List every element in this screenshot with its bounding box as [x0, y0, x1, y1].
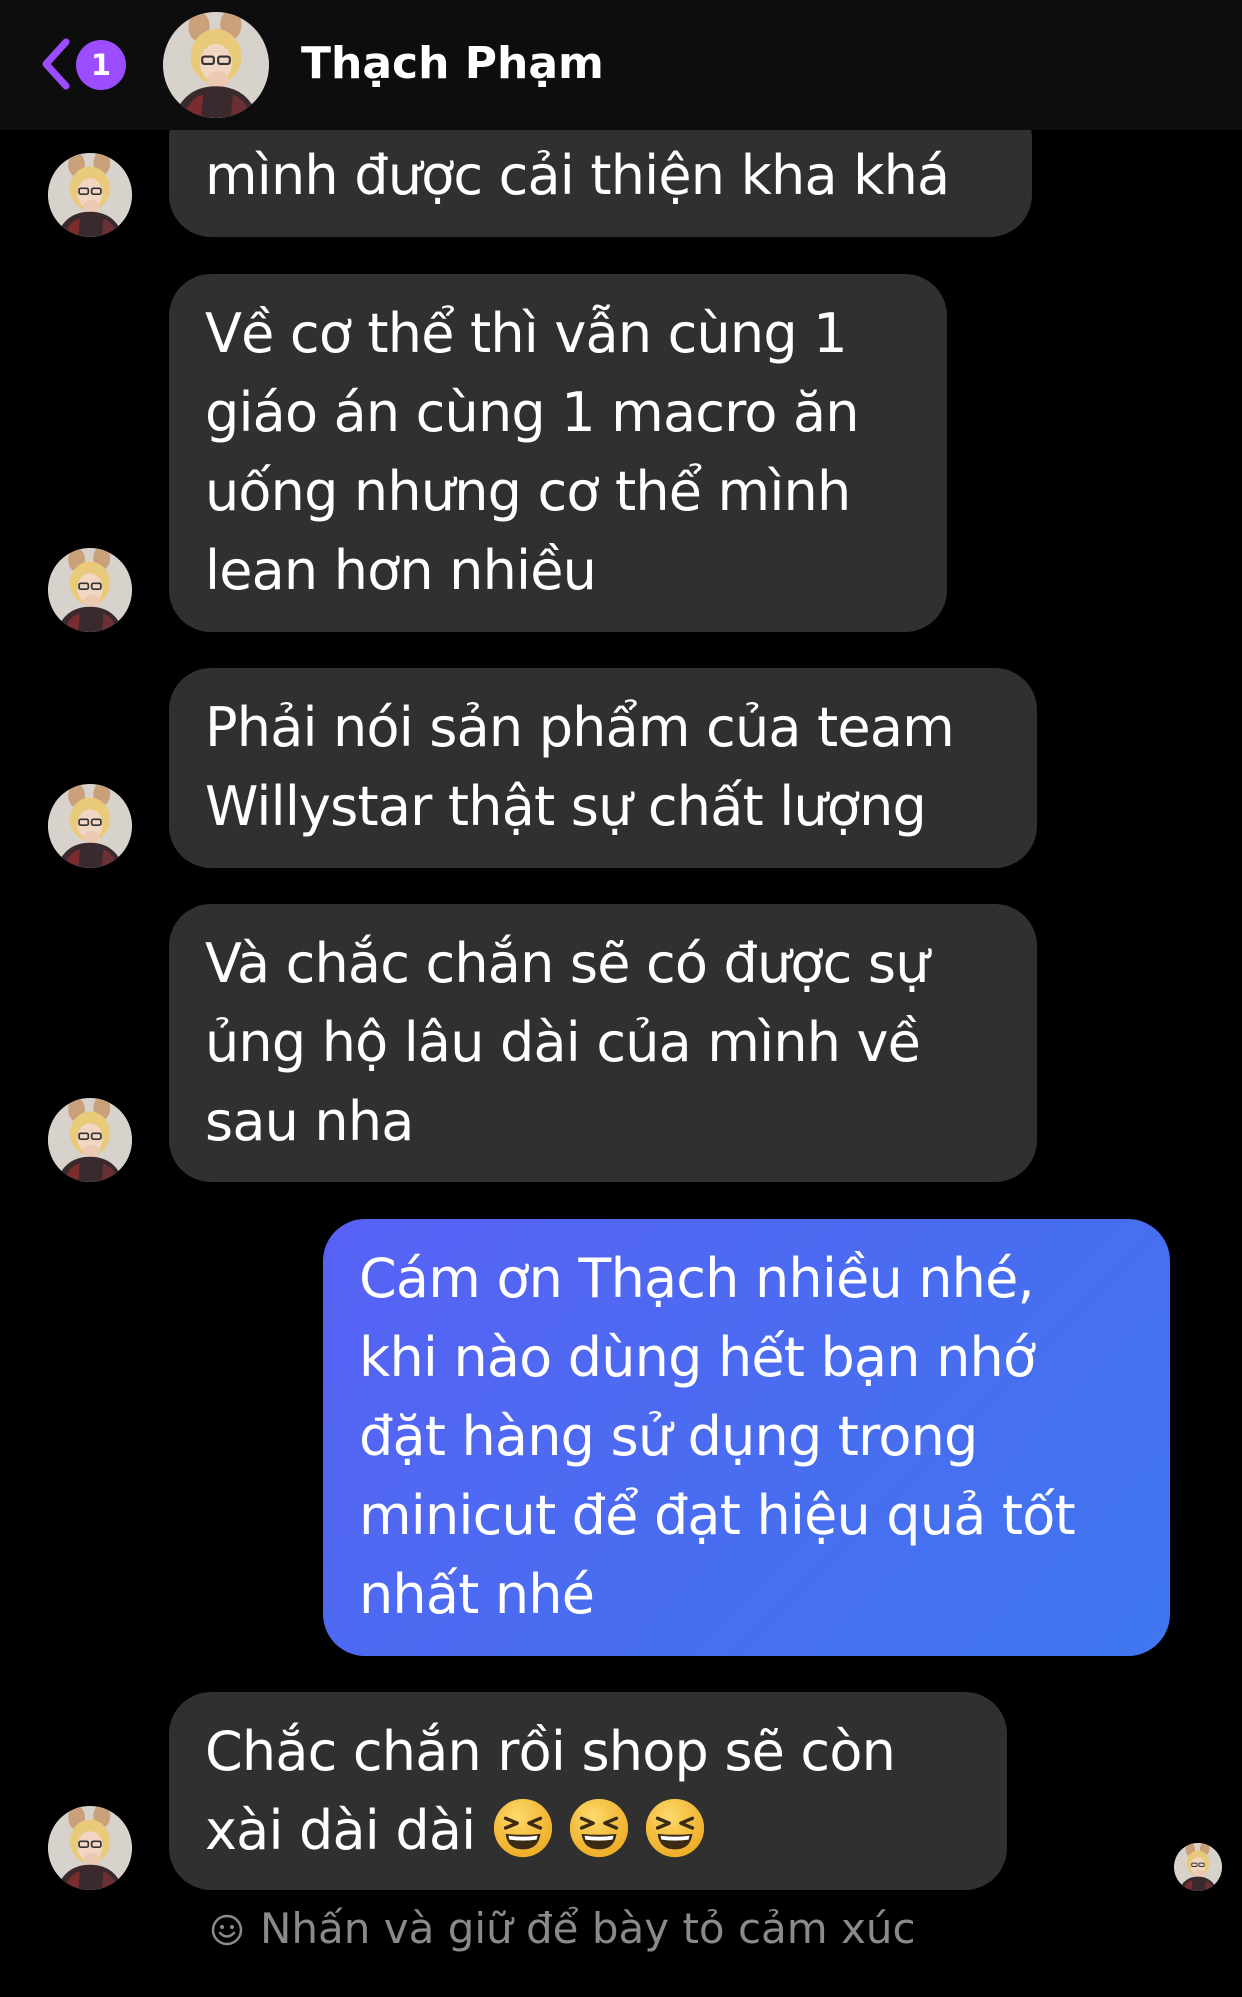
message-text: xài dài dài: [205, 1799, 476, 1862]
grinning-squinting-face-icon: [492, 1797, 554, 1859]
outgoing-message-bubble[interactable]: Cám ơn Thạch nhiều nhé, khi nào dùng hết…: [323, 1219, 1170, 1656]
message-text-line: Cám ơn Thạch nhiều nhé,: [359, 1247, 1035, 1310]
message-text-line: sau nha: [205, 1090, 414, 1153]
message-text-line: Về cơ thể thì vẫn cùng 1: [205, 302, 848, 365]
reaction-hint-text: Nhấn và giữ để bày tỏ cảm xúc: [260, 1904, 916, 1953]
grinning-squinting-face-icon: [644, 1797, 706, 1859]
sender-avatar[interactable]: [48, 1806, 132, 1890]
message-text-line-with-emoji: xài dài dài: [205, 1791, 971, 1870]
message-text-line: Phải nói sản phẩm của team: [205, 696, 955, 759]
message-bubble[interactable]: Về cơ thể thì vẫn cùng 1 giáo án cùng 1 …: [169, 274, 947, 632]
message-text-line: đặt hàng sử dụng trong: [359, 1405, 978, 1468]
back-button[interactable]: 1: [36, 30, 136, 100]
message-text-line: Và chắc chắn sẽ có được sự: [205, 932, 929, 995]
smile-icon: [211, 1914, 243, 1946]
message-text-line: minicut để đạt hiệu quả tốt: [359, 1484, 1076, 1547]
message-text-line: mình được cải thiện kha khá: [205, 144, 950, 207]
chevron-left-icon: [42, 38, 70, 90]
sender-avatar[interactable]: [48, 548, 132, 632]
sender-avatar[interactable]: [48, 784, 132, 868]
message-text-line: Chắc chắn rồi shop sẽ còn: [205, 1720, 896, 1783]
message-bubble[interactable]: Chắc chắn rồi shop sẽ còn xài dài dài: [169, 1692, 1007, 1890]
message-text-line: Willystar thật sự chất lượng: [205, 775, 927, 838]
contact-avatar[interactable]: [163, 12, 269, 118]
contact-name[interactable]: Thạch Phạm: [301, 36, 604, 92]
message-bubble[interactable]: Phải nói sản phẩm của team Willystar thậ…: [169, 668, 1037, 868]
reaction-hint: Nhấn và giữ để bày tỏ cảm xúc: [210, 1903, 916, 1955]
sender-avatar[interactable]: [48, 153, 132, 237]
message-text-line: ủng hộ lâu dài của mình về: [205, 1011, 921, 1074]
message-text-line: giáo án cùng 1 macro ăn: [205, 381, 859, 444]
seen-receipt-avatar: [1174, 1843, 1222, 1891]
unread-count-badge: 1: [76, 40, 126, 90]
message-text-line: uống nhưng cơ thể mình: [205, 460, 851, 523]
chat-header: 1 Thạch Phạm: [0, 0, 1242, 130]
message-text-line: lean hơn nhiều: [205, 539, 597, 602]
message-text-line: khi nào dùng hết bạn nhớ: [359, 1326, 1036, 1389]
grinning-squinting-face-icon: [568, 1797, 630, 1859]
message-bubble[interactable]: Và chắc chắn sẽ có được sự ủng hộ lâu dà…: [169, 904, 1037, 1182]
sender-avatar[interactable]: [48, 1098, 132, 1182]
message-text-line: nhất nhé: [359, 1563, 595, 1626]
